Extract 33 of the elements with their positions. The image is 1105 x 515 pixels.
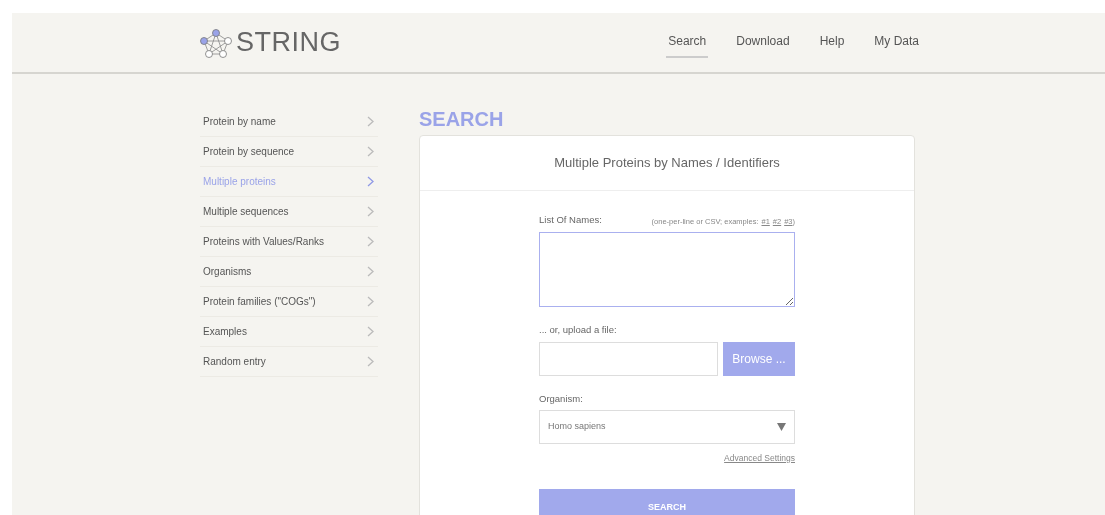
chevron-right-icon (367, 326, 374, 337)
sidebar-item[interactable]: Examples (200, 317, 378, 347)
field-label: Organism: (539, 391, 584, 406)
logo-icon (200, 27, 232, 58)
logo-text: STRING (236, 26, 341, 60)
chevron-right-icon (367, 236, 374, 247)
sidebar-item[interactable]: Proteins with Values/Ranks (200, 227, 378, 257)
nav-link[interactable]: My Data (872, 27, 921, 58)
chevron-right-icon (367, 266, 374, 277)
sidebar-item[interactable]: Protein by name (200, 107, 378, 137)
nav-link[interactable]: Search (666, 27, 709, 58)
sidebar-item[interactable]: Multiple sequences (200, 197, 378, 227)
sidebar-item[interactable]: Organisms (200, 257, 378, 287)
panel-title: Multiple Proteins by Names / Identifiers (554, 154, 780, 173)
chevron-right-icon (367, 146, 374, 157)
names-input-field[interactable] (539, 232, 795, 308)
page-title: SEARCH (419, 107, 505, 131)
file-input-field[interactable] (539, 341, 718, 376)
field-label: List Of Names: (539, 213, 602, 227)
field-label: ... or, upload a file: (539, 323, 618, 338)
chevron-right-icon (367, 296, 374, 307)
nav-link[interactable]: Help (817, 27, 847, 58)
sidebar-item[interactable]: Protein by sequence (200, 137, 378, 167)
advanced-settings-link[interactable]: Advanced Settings (724, 452, 795, 463)
dropdown-caret-icon (777, 422, 786, 431)
sidebar-item[interactable]: Random entry (200, 347, 378, 377)
chevron-right-icon (367, 356, 374, 367)
chevron-right-icon (367, 206, 374, 217)
chevron-right-icon (367, 176, 374, 187)
nav-link[interactable]: Download (734, 27, 792, 58)
sidebar-item[interactable]: Protein families ("COGs") (200, 287, 378, 317)
chevron-right-icon (367, 116, 374, 127)
organism-select[interactable]: Homo sapiens (539, 409, 795, 444)
